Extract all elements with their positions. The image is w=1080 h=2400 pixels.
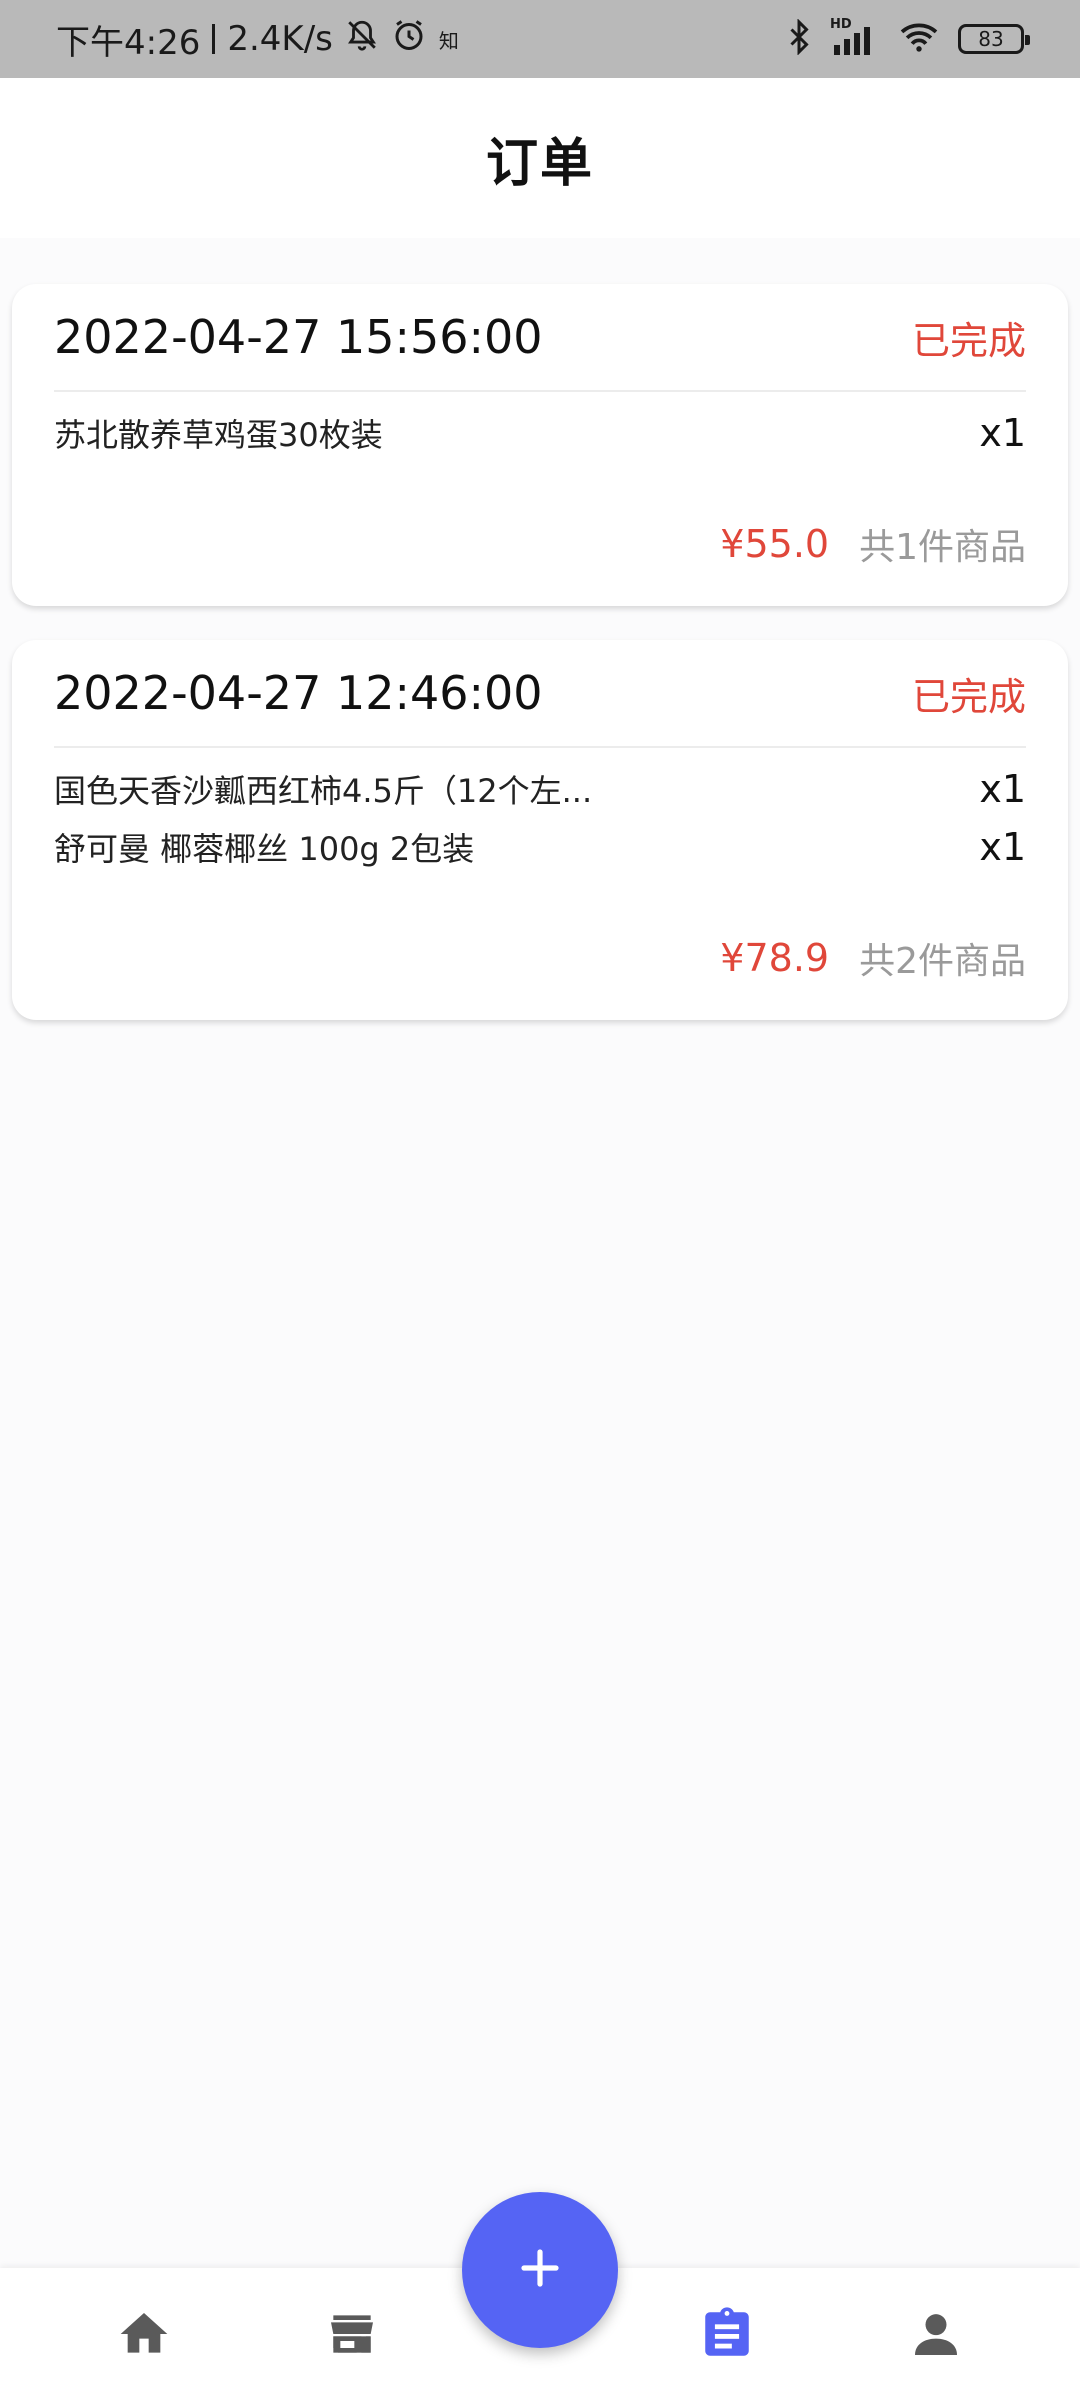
- order-status: 已完成: [911, 318, 1026, 363]
- order-item-row: 苏北散养草鸡蛋30枚装 x1: [54, 404, 1026, 462]
- order-time: 2022-04-27 12:46:00: [54, 666, 543, 720]
- home-icon: [116, 2306, 172, 2366]
- order-item-count: 共1件商品: [859, 527, 1026, 568]
- status-time: 下午4:26: [56, 22, 201, 63]
- order-item-row: 舒可曼 椰蓉椰丝 100g 2包装 x1: [54, 818, 1026, 876]
- order-time: 2022-04-27 15:56:00: [54, 310, 543, 364]
- order-summary: ¥78.9 共2件商品: [720, 932, 1026, 984]
- nav-item-home[interactable]: [104, 2296, 184, 2376]
- order-items: 苏北散养草鸡蛋30枚装 x1: [54, 392, 1026, 462]
- nav-item-store[interactable]: [312, 2296, 392, 2376]
- mute-bell-icon: [345, 18, 379, 61]
- page-title: 订单: [485, 133, 594, 194]
- wifi-icon: [898, 20, 940, 58]
- order-item-qty: x1: [979, 767, 1026, 811]
- page-header: 订单: [0, 78, 1080, 238]
- nav-item-profile[interactable]: [896, 2296, 976, 2376]
- order-price: ¥55.0: [720, 522, 830, 566]
- alarm-icon: [391, 17, 427, 62]
- battery-indicator: 83: [958, 24, 1030, 54]
- status-left: 下午4:26 2.4K/s 知: [56, 15, 459, 64]
- add-button[interactable]: [462, 2192, 618, 2348]
- order-item-qty: x1: [979, 825, 1026, 869]
- order-price: ¥78.9: [720, 936, 830, 980]
- zhihu-notification-icon: 知: [438, 28, 459, 53]
- status-net-speed: 2.4K/s: [227, 19, 333, 59]
- order-items: 国色天香沙瓤西红柿4.5斤（12个左... x1 舒可曼 椰蓉椰丝 100g 2…: [54, 748, 1026, 876]
- order-item-qty: x1: [979, 411, 1026, 455]
- order-card[interactable]: 2022-04-27 15:56:00 已完成 苏北散养草鸡蛋30枚装 x1 ¥…: [12, 284, 1068, 606]
- plus-icon: [516, 2244, 564, 2296]
- order-card[interactable]: 2022-04-27 12:46:00 已完成 国色天香沙瓤西红柿4.5斤（12…: [12, 640, 1068, 1020]
- store-icon: [324, 2306, 380, 2366]
- status-bar: 下午4:26 2.4K/s 知 HD 83: [0, 0, 1080, 78]
- orders-icon: [698, 2305, 756, 2367]
- order-item-count: 共2件商品: [859, 941, 1026, 982]
- order-item-name: 舒可曼 椰蓉椰丝 100g 2包装: [54, 830, 475, 868]
- order-card-header: 2022-04-27 12:46:00 已完成: [54, 640, 1026, 748]
- person-icon: [908, 2306, 964, 2366]
- order-item-row: 国色天香沙瓤西红柿4.5斤（12个左... x1: [54, 760, 1026, 818]
- status-divider: [212, 24, 216, 54]
- order-card-header: 2022-04-27 15:56:00 已完成: [54, 284, 1026, 392]
- order-item-name: 国色天香沙瓤西红柿4.5斤（12个左...: [54, 772, 593, 810]
- order-item-name: 苏北散养草鸡蛋30枚装: [54, 416, 383, 454]
- order-status: 已完成: [911, 674, 1026, 719]
- order-summary: ¥55.0 共1件商品: [720, 518, 1026, 570]
- status-right: HD 83: [786, 17, 1030, 59]
- nav-item-orders[interactable]: [687, 2296, 767, 2376]
- bluetooth-icon: [786, 18, 812, 59]
- signal-icon: HD: [830, 17, 880, 57]
